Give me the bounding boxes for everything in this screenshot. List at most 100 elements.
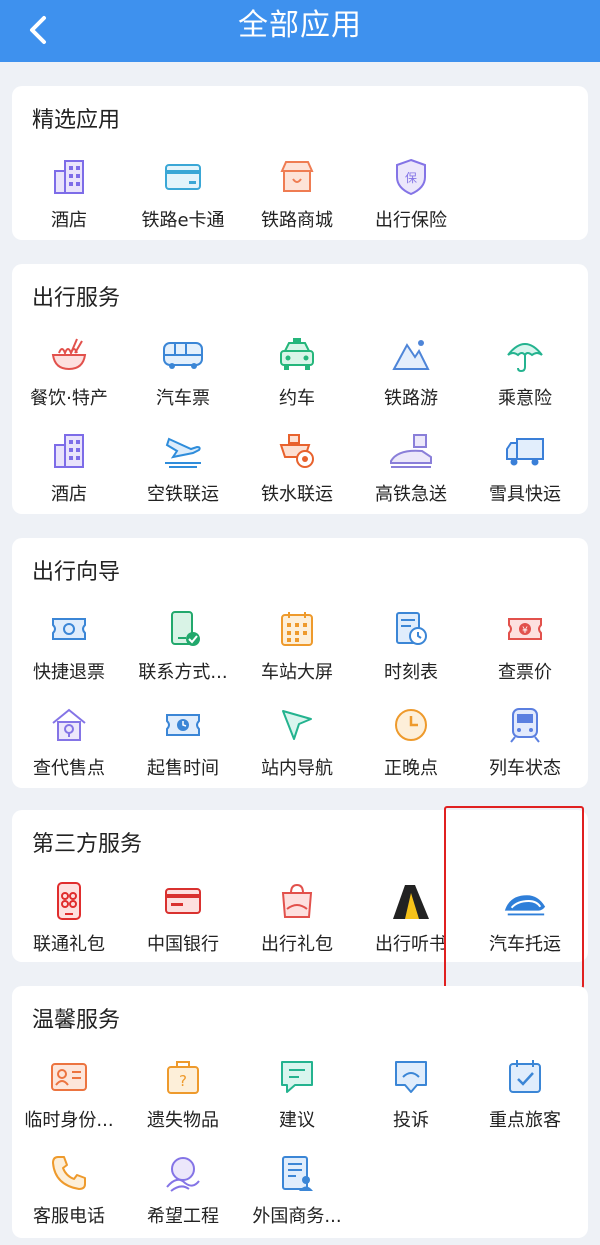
app-suggestion[interactable]: 建议 xyxy=(240,1048,354,1144)
app-lost-items[interactable]: ? 遗失物品 xyxy=(126,1048,240,1144)
app-hotel[interactable]: 酒店 xyxy=(12,148,126,244)
app-agency-lookup[interactable]: 查代售点 xyxy=(12,696,126,792)
ticket-yen-icon: ¥ xyxy=(502,606,548,652)
app-express-delivery[interactable]: 高铁急送 xyxy=(354,422,468,518)
svg-text:?: ? xyxy=(179,1072,187,1090)
app-quick-refund[interactable]: 快捷退票 xyxy=(12,600,126,696)
umbrella-icon xyxy=(502,332,548,378)
svg-text:¥: ¥ xyxy=(522,626,528,636)
app-air-rail[interactable]: 空铁联运 xyxy=(126,422,240,518)
highlight-box xyxy=(444,806,584,989)
app-label: 时刻表 xyxy=(384,662,438,683)
app-train-status[interactable]: 列车状态 xyxy=(468,696,582,792)
app-food-specialty[interactable]: 餐饮·特产 xyxy=(12,326,126,422)
app-rail-mall[interactable]: 铁路商城 xyxy=(240,148,354,244)
app-label: 列车状态 xyxy=(489,758,561,779)
mountain-icon xyxy=(388,332,434,378)
business-document-icon xyxy=(274,1150,320,1196)
app-travel-gift[interactable]: 出行礼包 xyxy=(240,872,354,968)
app-rail-ecard[interactable]: 铁路e卡通 xyxy=(126,148,240,244)
app-delay-status[interactable]: 正晚点 xyxy=(354,696,468,792)
noodle-bowl-icon xyxy=(46,332,92,378)
app-label: 空铁联运 xyxy=(147,484,219,505)
app-label: 车站大屏 xyxy=(261,662,333,683)
top-bar: 全部应用 xyxy=(0,0,600,62)
calendar-check-icon xyxy=(502,1054,548,1100)
app-label: 正晚点 xyxy=(384,758,438,779)
card-icon xyxy=(160,154,206,200)
app-label: 出行保险 xyxy=(375,210,447,231)
app-station-navigation[interactable]: 站内导航 xyxy=(240,696,354,792)
app-label: 建议 xyxy=(279,1110,315,1131)
app-service-hotline[interactable]: 客服电话 xyxy=(12,1144,126,1240)
app-contact-info[interactable]: 联系方式... xyxy=(126,600,240,696)
app-label: 希望工程 xyxy=(147,1206,219,1227)
app-complaint[interactable]: 投诉 xyxy=(354,1048,468,1144)
app-unicom-gift[interactable]: 联通礼包 xyxy=(12,872,126,968)
app-label: 投诉 xyxy=(393,1110,429,1131)
app-label: 查票价 xyxy=(498,662,552,683)
house-location-icon xyxy=(46,702,92,748)
app-station-screen[interactable]: 车站大屏 xyxy=(240,600,354,696)
app-rail-tour[interactable]: 铁路游 xyxy=(354,326,468,422)
hope-project-icon xyxy=(160,1150,206,1196)
app-label: 铁路游 xyxy=(384,388,438,409)
page-title: 全部应用 xyxy=(238,8,362,43)
ticket-refund-icon xyxy=(46,606,92,652)
app-label: 联系方式... xyxy=(138,662,228,683)
app-ticket-price[interactable]: ¥ 查票价 xyxy=(468,600,582,696)
app-timetable[interactable]: 时刻表 xyxy=(354,600,468,696)
app-label: 酒店 xyxy=(51,210,87,231)
phone-check-icon xyxy=(160,606,206,652)
app-bank-of-china[interactable]: 中国银行 xyxy=(126,872,240,968)
section-featured-apps: 精选应用 酒店 铁路e卡通 铁路商城 保 出行保险 xyxy=(12,86,588,240)
app-temp-id[interactable]: 临时身份... xyxy=(12,1048,126,1144)
app-rail-water[interactable]: 铁水联运 xyxy=(240,422,354,518)
app-ski-shipping[interactable]: 雪具快运 xyxy=(468,422,582,518)
section-title: 第三方服务 xyxy=(32,832,143,857)
app-label: 高铁急送 xyxy=(375,484,447,505)
app-priority-passenger[interactable]: 重点旅客 xyxy=(468,1048,582,1144)
app-label: 客服电话 xyxy=(33,1206,105,1227)
app-hotel[interactable]: 酒店 xyxy=(12,422,126,518)
app-label: 快捷退票 xyxy=(33,662,105,683)
app-bus-ticket[interactable]: 汽车票 xyxy=(126,326,240,422)
app-accident-insurance[interactable]: 乘意险 xyxy=(468,326,582,422)
audiobook-tent-icon xyxy=(388,878,434,924)
phone-icon xyxy=(46,1150,92,1196)
app-label: 出行礼包 xyxy=(261,934,333,955)
app-label: 查代售点 xyxy=(33,758,105,779)
app-label: 乘意险 xyxy=(498,388,552,409)
app-hope-project[interactable]: 希望工程 xyxy=(126,1144,240,1240)
app-label: 餐饮·特产 xyxy=(30,388,108,409)
app-label: 汽车票 xyxy=(156,388,210,409)
suggestion-message-icon xyxy=(274,1054,320,1100)
navigation-arrow-icon xyxy=(274,702,320,748)
taxi-icon xyxy=(274,332,320,378)
app-sale-time[interactable]: 起售时间 xyxy=(126,696,240,792)
app-label: 遗失物品 xyxy=(147,1110,219,1131)
app-label: 出行听书 xyxy=(375,934,447,955)
bullet-train-package-icon xyxy=(388,428,434,474)
hotel-building-icon xyxy=(46,428,92,474)
timetable-icon xyxy=(388,606,434,652)
app-travel-insurance[interactable]: 保 出行保险 xyxy=(354,148,468,244)
app-label: 中国银行 xyxy=(147,934,219,955)
app-ride-hailing[interactable]: 约车 xyxy=(240,326,354,422)
section-title: 温馨服务 xyxy=(32,1008,121,1033)
gift-bag-icon xyxy=(274,878,320,924)
app-label: 约车 xyxy=(279,388,315,409)
shop-icon xyxy=(274,154,320,200)
app-label: 铁路商城 xyxy=(261,210,333,231)
clock-icon xyxy=(388,702,434,748)
hotel-building-icon xyxy=(46,154,92,200)
app-label: 铁路e卡通 xyxy=(141,210,225,231)
ship-train-icon xyxy=(274,428,320,474)
app-label: 酒店 xyxy=(51,484,87,505)
app-foreign-business[interactable]: 外国商务... xyxy=(240,1144,354,1240)
calendar-grid-icon xyxy=(274,606,320,652)
plane-train-icon xyxy=(160,428,206,474)
id-card-icon xyxy=(46,1054,92,1100)
app-label: 铁水联运 xyxy=(261,484,333,505)
app-label: 起售时间 xyxy=(147,758,219,779)
